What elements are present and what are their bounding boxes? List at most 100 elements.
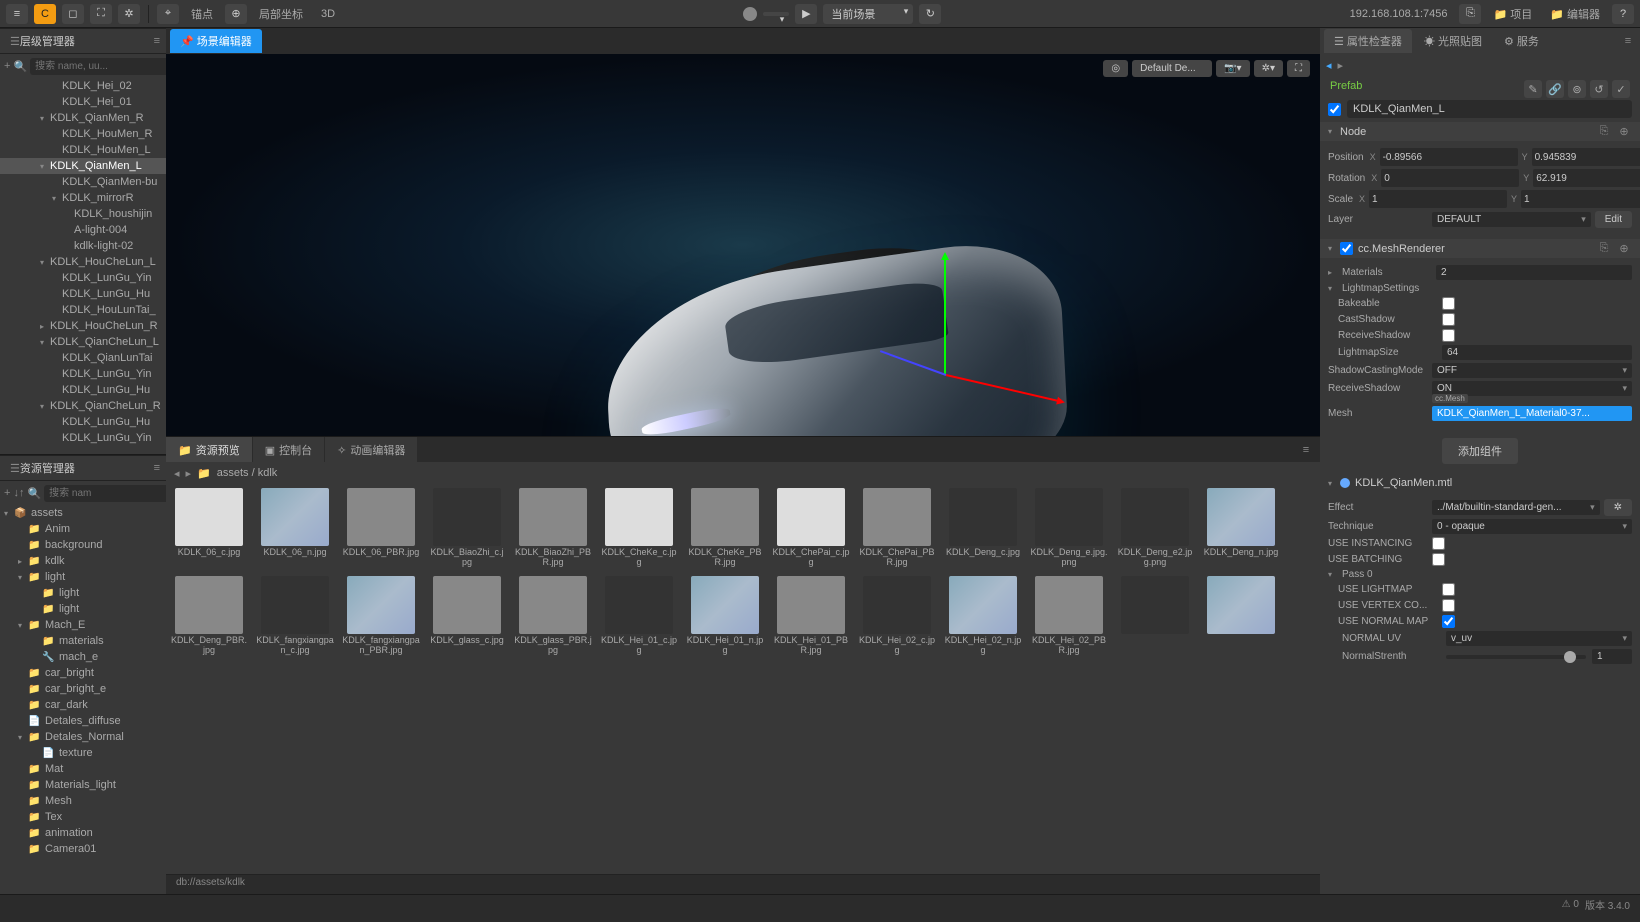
scl-y[interactable] [1521, 190, 1640, 208]
asset-item[interactable]: KDLK_Hei_01_c.jpg [600, 576, 678, 656]
tab-services[interactable]: ⚙ 服务 [1494, 29, 1549, 53]
materials-count[interactable] [1436, 265, 1632, 280]
project-menu[interactable]: 📁 项目 [1487, 6, 1538, 22]
node-name-field[interactable]: KDLK_QianMen_L [1347, 100, 1632, 118]
anchor-icon[interactable]: ⌖ [157, 4, 179, 24]
tree-row[interactable]: KDLK_Hei_01 [0, 94, 166, 110]
copy-icon[interactable]: ⎘ [1596, 125, 1612, 138]
coords-icon[interactable]: ⊕ [225, 4, 247, 24]
lightmapsize-input[interactable] [1442, 345, 1632, 360]
pos-x[interactable] [1380, 148, 1518, 166]
use-vertexcolor-checkbox[interactable] [1442, 599, 1455, 612]
tree-row[interactable]: ▾KDLK_QianMen_R [0, 110, 166, 126]
asset-tree-row[interactable]: 📁animation [0, 825, 166, 841]
asset-item[interactable]: KDLK_fangxiangpan_c.jpg [256, 576, 334, 656]
comp-enabled[interactable] [1340, 242, 1353, 255]
layer-select[interactable]: DEFAULT [1432, 212, 1591, 227]
node-section-header[interactable]: ▾Node ⎘ ⊕ [1320, 122, 1640, 141]
technique-select[interactable]: 0 - opaque [1432, 519, 1632, 534]
meshrenderer-header[interactable]: ▾ cc.MeshRenderer ⎘ ⊕ [1320, 239, 1640, 258]
insp-fwd-icon[interactable]: ▸ [1338, 59, 1344, 72]
vp-camera-icon[interactable]: 📷▾ [1216, 60, 1249, 77]
use-lightmap-checkbox[interactable] [1442, 583, 1455, 596]
sort-icon[interactable]: ↓↑ [13, 487, 24, 499]
asset-item[interactable]: KDLK_Deng_e.jpg.png [1030, 488, 1108, 568]
tree-row[interactable]: KDLK_LunGu_Yin [0, 366, 166, 382]
hierarchy-tree[interactable]: KDLK_Hei_02KDLK_Hei_01▾KDLK_QianMen_RKDL… [0, 78, 166, 454]
normalstrength-slider[interactable] [1446, 655, 1586, 659]
assets-search[interactable] [44, 485, 186, 502]
asset-item[interactable]: KDLK_ChePai_PBR.jpg [858, 488, 936, 568]
asset-tree-row[interactable]: 📁materials [0, 633, 166, 649]
insp-back-icon[interactable]: ◂ [1326, 59, 1332, 72]
rec-dropdown[interactable] [763, 12, 789, 16]
asset-item[interactable]: KDLK_06_c.jpg [170, 488, 248, 568]
node-enabled-checkbox[interactable] [1328, 103, 1341, 116]
prefab-apply-icon[interactable]: ✓ [1612, 80, 1630, 98]
asset-item[interactable]: KDLK_Deng_e2.jpg.png [1116, 488, 1194, 568]
asset-tree-row[interactable]: 📄texture [0, 745, 166, 761]
tree-row[interactable]: KDLK_HouLunTai_ [0, 302, 166, 318]
search-icon[interactable]: 🔍 [13, 60, 27, 73]
tree-row[interactable]: KDLK_LunGu_Yin [0, 430, 166, 446]
asset-item[interactable]: KDLK_Hei_01_n.jpg [686, 576, 764, 656]
more-icon[interactable]: ⊕ [1616, 125, 1632, 138]
tab-anim-editor[interactable]: ✧动画编辑器 [325, 437, 417, 463]
prefab-locate-icon[interactable]: ⊚ [1568, 80, 1586, 98]
effect-select[interactable]: ../Mat/builtin-standard-gen... [1432, 500, 1600, 515]
menu-icon[interactable]: ≡ [6, 4, 28, 24]
asset-tree-row[interactable]: 📁light [0, 601, 166, 617]
tree-row[interactable]: ▾KDLK_QianCheLun_R [0, 398, 166, 414]
material-header[interactable]: ▾KDLK_QianMen.mtl [1320, 474, 1640, 492]
tree-row[interactable]: KDLK_LunGu_Yin [0, 270, 166, 286]
asset-item[interactable]: KDLK_Deng_n.jpg [1202, 488, 1280, 568]
normalstrength-input[interactable] [1592, 649, 1632, 664]
shadowmode-select[interactable]: OFF [1432, 363, 1632, 378]
asset-tree-row[interactable]: ▸📁kdlk [0, 553, 166, 569]
tab-inspector[interactable]: ☰ 属性检查器 [1324, 29, 1412, 53]
rec-icon[interactable] [743, 7, 757, 21]
panel-menu-icon[interactable]: ≡ [154, 462, 160, 474]
tree-row[interactable]: ▾KDLK_QianMen_L [0, 158, 166, 174]
asset-tree-row[interactable]: 📁car_dark [0, 697, 166, 713]
tab-lightmap[interactable]: ☀ 光照贴图 [1414, 29, 1492, 53]
warn-icon[interactable]: ⚠ 0 [1562, 899, 1579, 910]
asset-tree-row[interactable]: ▾📁light [0, 569, 166, 585]
asset-tree-row[interactable]: 📁Mesh [0, 793, 166, 809]
copy-ip-icon[interactable]: ⎘ [1459, 4, 1481, 24]
tree-row[interactable]: ▾KDLK_HouCheLun_L [0, 254, 166, 270]
asset-item[interactable]: KDLK_BiaoZhi_PBR.jpg [514, 488, 592, 568]
asset-item[interactable] [1116, 576, 1194, 656]
tab-scene-editor[interactable]: 📌 场景编辑器 [170, 29, 262, 53]
view-3d-label[interactable]: 3D [315, 8, 341, 20]
more-icon[interactable]: ⊕ [1616, 242, 1632, 255]
pos-y[interactable] [1532, 148, 1640, 166]
asset-tree-row[interactable]: 📁Tex [0, 809, 166, 825]
recvshadow-checkbox[interactable] [1442, 329, 1455, 342]
asset-tree-row[interactable]: 📁Materials_light [0, 777, 166, 793]
asset-tree-row[interactable]: 📄Detales_diffuse [0, 713, 166, 729]
prefab-edit-icon[interactable]: ✎ [1524, 80, 1542, 98]
hierarchy-search[interactable] [30, 58, 172, 75]
asset-item[interactable]: KDLK_CheKe_c.jpg [600, 488, 678, 568]
bakeable-checkbox[interactable] [1442, 297, 1455, 310]
help-icon[interactable]: ? [1612, 4, 1634, 24]
asset-tree-row[interactable]: 📁car_bright [0, 665, 166, 681]
tree-row[interactable]: KDLK_QianLunTai [0, 350, 166, 366]
add-asset-icon[interactable]: + [4, 487, 10, 499]
assets-tree[interactable]: ▾📦assets📁Anim📁background▸📁kdlk▾📁light📁li… [0, 505, 166, 894]
effect-gear-icon[interactable]: ✲ [1604, 499, 1632, 516]
tree-row[interactable]: kdlk-light-02 [0, 238, 166, 254]
breadcrumb-path[interactable]: assets / kdlk [217, 467, 278, 479]
asset-item[interactable]: KDLK_fangxiangpan_PBR.jpg [342, 576, 420, 656]
tree-row[interactable]: KDLK_HouMen_R [0, 126, 166, 142]
tab-asset-preview[interactable]: 📁资源预览 [166, 437, 252, 463]
asset-tree-row[interactable]: 📁light [0, 585, 166, 601]
play-icon[interactable]: ▶ [795, 4, 817, 24]
scl-x[interactable] [1369, 190, 1507, 208]
asset-tree-row[interactable]: 📁background [0, 537, 166, 553]
editor-menu[interactable]: 📁 编辑器 [1544, 6, 1606, 22]
asset-item[interactable]: KDLK_Hei_02_n.jpg [944, 576, 1022, 656]
asset-item[interactable]: KDLK_CheKe_PBR.jpg [686, 488, 764, 568]
asset-item[interactable] [1202, 576, 1280, 656]
